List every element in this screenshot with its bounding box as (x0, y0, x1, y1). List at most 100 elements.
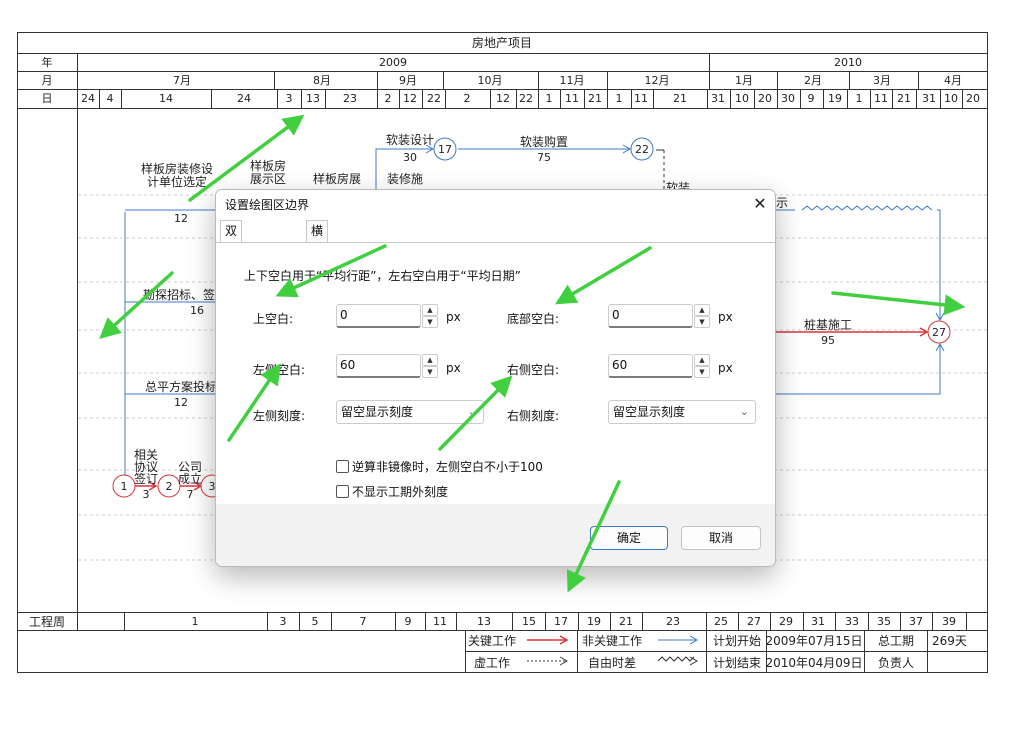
spin-up-icon[interactable]: ▲ (694, 304, 710, 316)
task-duration: 95 (821, 334, 835, 347)
month-label: 2月 (804, 74, 822, 87)
day-label: 12 (496, 92, 510, 105)
month-label: 7月 (173, 74, 191, 87)
close-icon[interactable]: ✕ (749, 193, 771, 215)
task-label: 装修施 (386, 172, 424, 186)
legend-owner-label: 负责人 (877, 656, 915, 670)
mirror-margin-checkbox[interactable]: 逆算非镜像时，左侧空白不小于100 (336, 458, 543, 475)
week-label: 1 (191, 615, 199, 628)
year-2010: 2010 (834, 56, 862, 69)
week-label: 17 (554, 615, 568, 628)
dialog-titlebar[interactable]: 设置绘图区边界 ✕ (216, 190, 775, 218)
task-duration: 75 (537, 151, 551, 164)
task-label: 示 (776, 196, 789, 210)
day-label: 30 (781, 92, 795, 105)
hide-outside-scale-checkbox[interactable]: 不显示工期外刻度 (336, 483, 448, 500)
legend-noncritical: 非关键工作 (581, 634, 643, 648)
spin-down-icon[interactable]: ▼ (422, 316, 438, 328)
unit-label: px (446, 361, 461, 375)
spin-up-icon[interactable]: ▲ (422, 304, 438, 316)
week-label: 15 (522, 615, 536, 628)
checkbox-label: 不显示工期外刻度 (352, 485, 449, 499)
task-label: 桩基施工 (803, 318, 853, 332)
day-label: 24 (237, 92, 251, 105)
week-label: 9 (404, 615, 412, 628)
day-label: 12 (403, 92, 417, 105)
day-label: 19 (828, 92, 842, 105)
ok-button[interactable]: 确定 (590, 526, 668, 550)
left-scale-label: 左侧刻度: (253, 409, 306, 423)
week-label: 33 (845, 615, 859, 628)
spin-down-icon[interactable]: ▼ (694, 316, 710, 328)
task-duration: 3 (142, 488, 150, 501)
spin-down-icon[interactable]: ▼ (422, 366, 438, 378)
left-margin-input[interactable]: 60 (336, 354, 421, 378)
tab-panel: 上下空白用于“平均行距”，左右空白用于“平均日期” 上空白: 0 ▲ ▼ px … (216, 242, 775, 505)
day-label: 22 (427, 92, 441, 105)
task-duration: 7 (186, 488, 194, 501)
task-label: 样板房 (249, 159, 287, 173)
month-label: 8月 (313, 74, 331, 87)
node-number: 1 (120, 480, 128, 493)
week-label: 3 (279, 615, 287, 628)
day-label: 1 (855, 92, 863, 105)
node-number: 17 (438, 143, 452, 156)
day-label: 10 (735, 92, 749, 105)
day-label: 21 (897, 92, 911, 105)
day-label: 14 (159, 92, 173, 105)
right-scale-select[interactable]: 留空显示刻度 ⌄ (608, 400, 756, 424)
node-number: 22 (635, 143, 649, 156)
cancel-button[interactable]: 取消 (681, 526, 761, 550)
top-margin-input[interactable]: 0 (336, 304, 421, 328)
legend-virtual: 虚工作 (473, 656, 511, 670)
chevron-down-icon: ⌄ (467, 405, 477, 418)
day-label: 11 (565, 92, 579, 105)
day-label: 21 (673, 92, 687, 105)
week-label: 21 (619, 615, 633, 628)
task-label: 成立 (177, 472, 203, 486)
day-label: 4 (106, 92, 114, 105)
legend-total: 269天 (932, 634, 967, 648)
week-label: 25 (714, 615, 728, 628)
tab-bar-chart[interactable]: 横道图 (306, 220, 329, 278)
day-label: 11 (874, 92, 888, 105)
right-scale-label: 右侧刻度: (507, 409, 560, 423)
bottom-margin-label: 底部空白: (507, 312, 560, 326)
task-duration: 12 (174, 396, 188, 409)
week-label: 11 (433, 615, 447, 628)
checkbox-box[interactable] (336, 485, 349, 498)
node-number: 27 (932, 326, 946, 339)
tab-network-diagram[interactable]: 双代号网络图 (220, 220, 243, 338)
day-label: 20 (758, 92, 772, 105)
right-margin-input[interactable]: 60 (608, 354, 693, 378)
left-scale-select[interactable]: 留空显示刻度 ⌄ (336, 400, 484, 424)
year-2009: 2009 (379, 56, 407, 69)
left-scale-value: 留空显示刻度 (341, 405, 414, 419)
right-margin-label: 右侧空白: (507, 363, 560, 377)
day-label: 1 (545, 92, 553, 105)
task-label: 计单位选定 (146, 175, 208, 189)
margin-hint: 上下空白用于“平均行距”，左右空白用于“平均日期” (244, 269, 521, 283)
spin-up-icon[interactable]: ▲ (694, 354, 710, 366)
day-label: 23 (343, 92, 357, 105)
day-label: 13 (306, 92, 320, 105)
task-duration: 16 (190, 304, 204, 317)
bottom-margin-input[interactable]: 0 (608, 304, 693, 328)
day-label: 1 (615, 92, 623, 105)
top-margin-label: 上空白: (253, 312, 294, 326)
checkbox-box[interactable] (336, 460, 349, 473)
month-label: 12月 (644, 74, 670, 87)
spin-down-icon[interactable]: ▼ (694, 366, 710, 378)
unit-label: px (718, 310, 733, 324)
week-label: 7 (359, 615, 367, 628)
week-label: 35 (877, 615, 891, 628)
week-label: 27 (747, 615, 761, 628)
day-label: 2 (384, 92, 392, 105)
day-label: 20 (966, 92, 980, 105)
day-label: 31 (922, 92, 936, 105)
node-number: 2 (165, 480, 173, 493)
day-label: 3 (285, 92, 293, 105)
month-label: 3月 (873, 74, 891, 87)
spin-up-icon[interactable]: ▲ (422, 354, 438, 366)
month-row-label: 月 (41, 74, 53, 87)
